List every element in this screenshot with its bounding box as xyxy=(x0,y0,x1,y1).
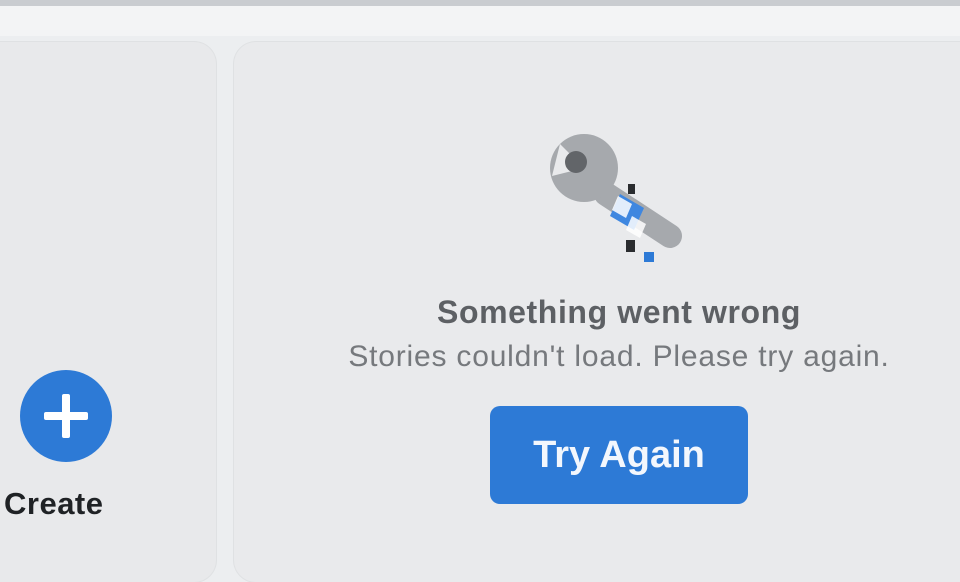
try-again-button[interactable]: Try Again xyxy=(490,406,748,504)
create-story-label: Create xyxy=(4,486,104,521)
top-header-band xyxy=(0,6,960,36)
error-message: Stories couldn't load. Please try again. xyxy=(348,340,890,373)
create-story-button[interactable] xyxy=(20,370,112,462)
wrench-icon xyxy=(550,134,682,262)
error-title: Something went wrong xyxy=(437,294,801,330)
plus-icon xyxy=(44,394,88,438)
